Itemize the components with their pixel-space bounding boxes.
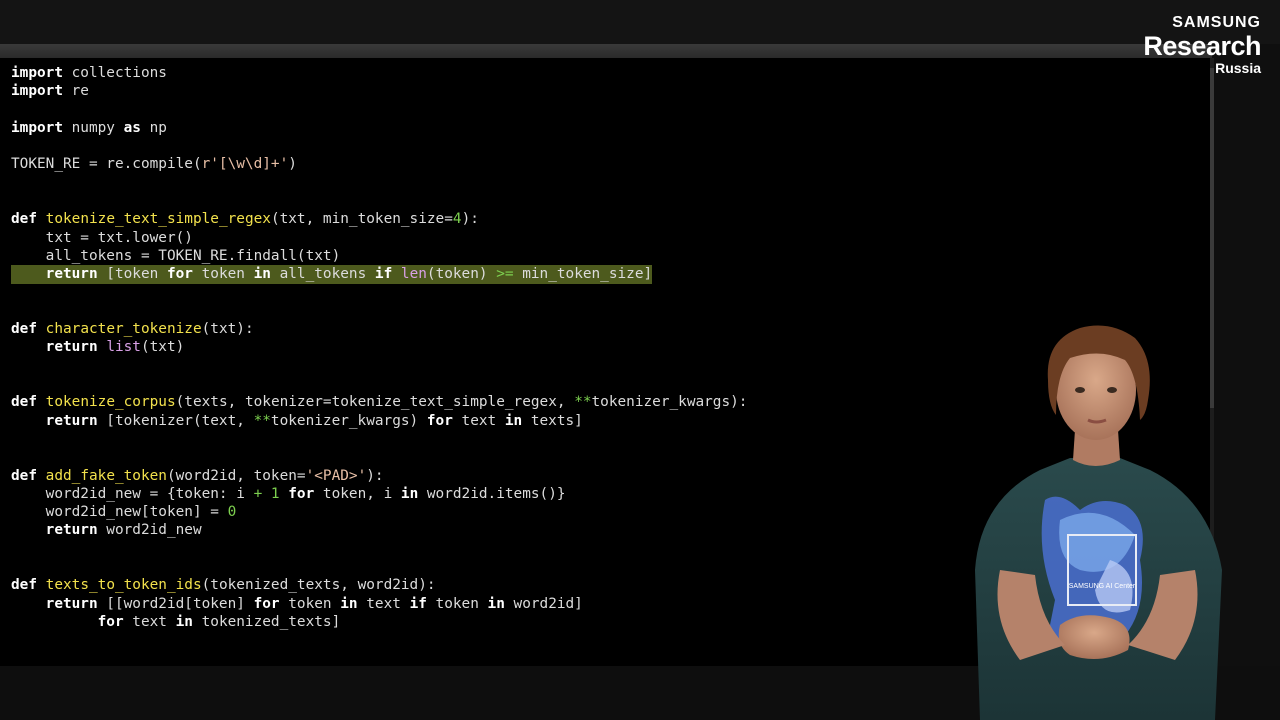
editor-header-strip [0, 44, 1212, 58]
video-top-bar [0, 0, 1280, 44]
code-line-4: import numpy as np [11, 119, 167, 136]
presenter-video-figure: SAMSUNG AI Center [975, 325, 1222, 720]
logo-russia-text: Russia [1215, 60, 1261, 76]
code-line-24: word2id_new = {token: i + 1 for token, i… [11, 485, 566, 502]
code-line-23: def add_fake_token(word2id, token='<PAD>… [11, 467, 384, 484]
code-line-31: for text in tokenized_texts] [97, 613, 341, 630]
code-line-1: import collections [11, 65, 167, 81]
code-line-15: def character_tokenize(txt): [11, 321, 254, 338]
logo-research-text: Research [1143, 31, 1261, 61]
code-line-20: return [tokenizer(text, **tokenizer_kwar… [45, 412, 583, 429]
code-line-6: TOKEN_RE = re.compile(r'[\w\d]+') [11, 156, 297, 173]
code-line-12-highlighted: return [token for token in all_tokens if… [11, 265, 747, 284]
samsung-research-logo: SAMSUNG Research Russia [1143, 14, 1261, 76]
code-line-30: return [[word2id[token] for token in tex… [45, 595, 583, 612]
code-line-25: word2id_new[token] = 0 [11, 504, 237, 521]
code-line-26: return word2id_new [45, 522, 202, 539]
shirt-print-text: SAMSUNG AI Center [1069, 583, 1136, 590]
code-line-19: def tokenize_corpus(texts, tokenizer=tok… [11, 394, 748, 411]
code-line-29: def texts_to_token_ids(tokenized_texts, … [11, 577, 436, 594]
code-line-2: import re [11, 83, 89, 100]
code-block: import collections import re import nump… [0, 64, 1210, 631]
logo-samsung-text: SAMSUNG [1172, 14, 1261, 31]
code-line-16: return list(txt) [45, 339, 185, 356]
code-line-10-highlighted: txt = txt.lower() [0, 228, 1210, 247]
code-line-11-highlighted: all_tokens = TOKEN_RE.findall(txt) [0, 246, 1210, 266]
code-line-9-highlighted: def tokenize_text_simple_regex(txt, min_… [0, 210, 1210, 229]
